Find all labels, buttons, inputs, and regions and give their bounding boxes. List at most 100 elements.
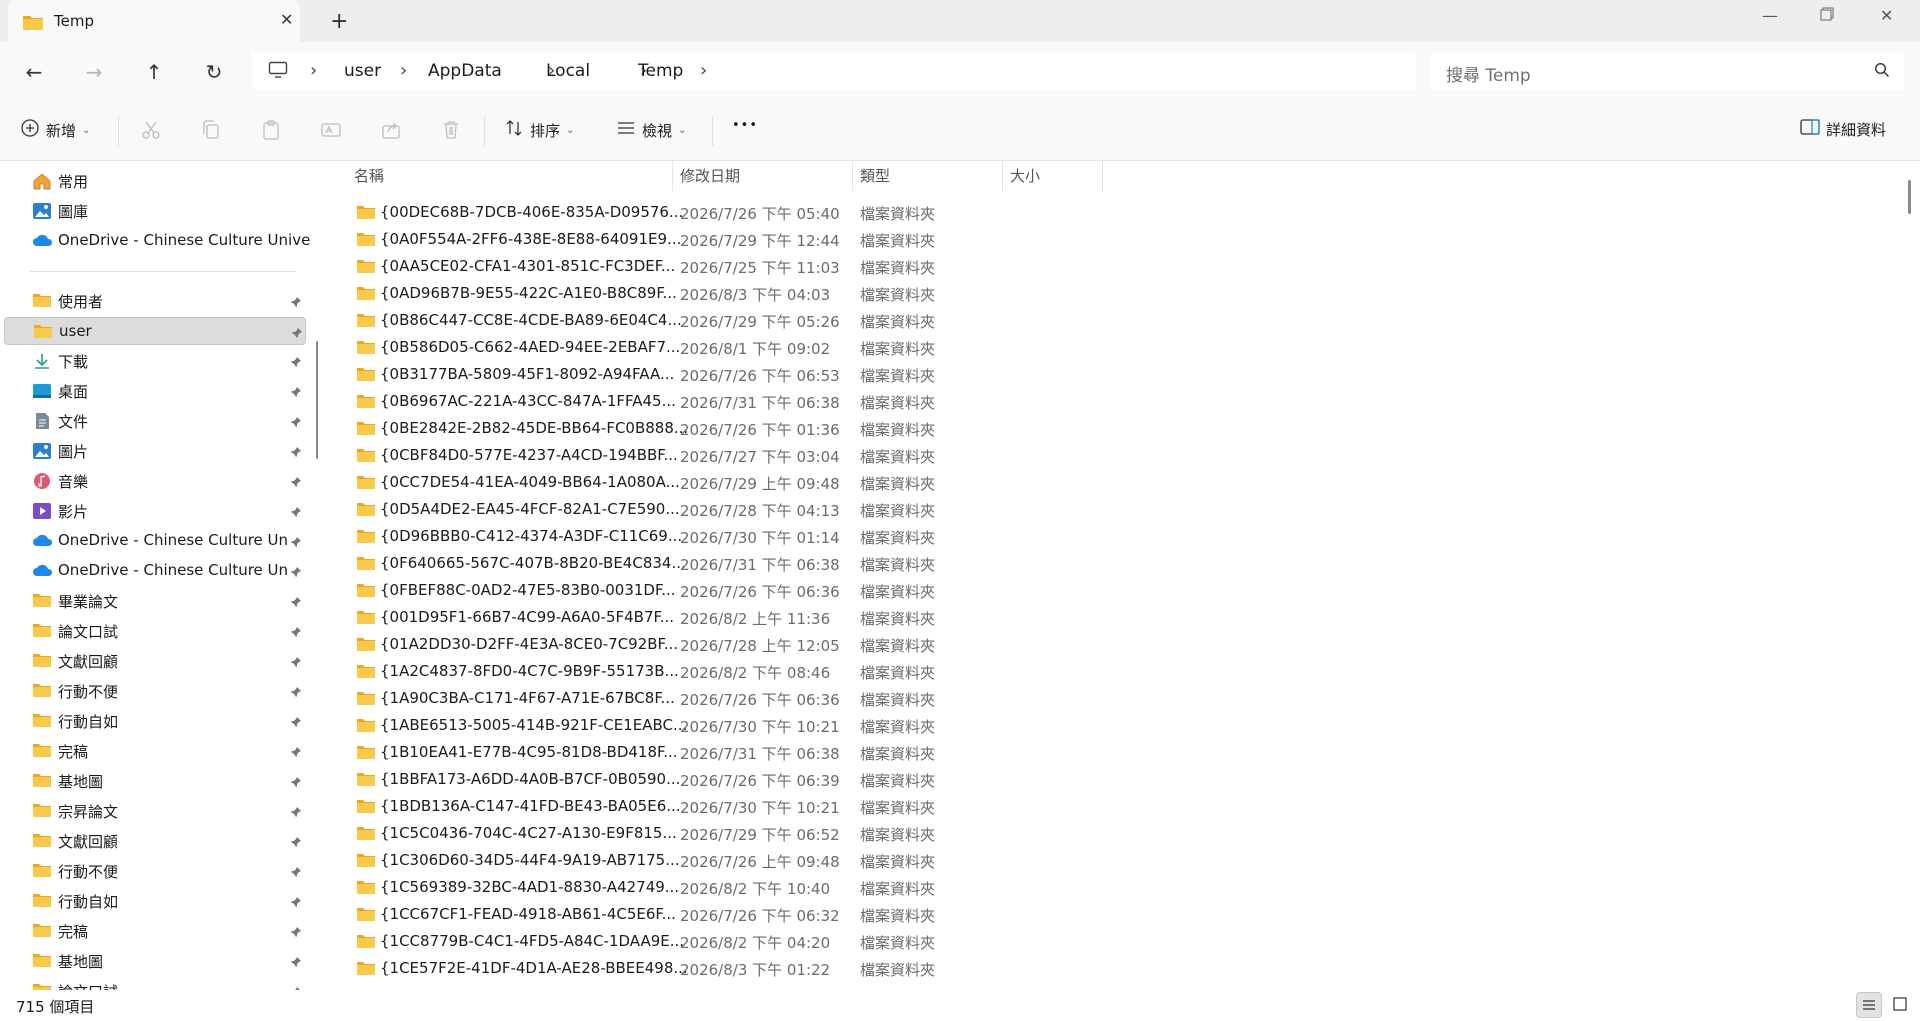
close-tab-icon[interactable]: ✕ (280, 10, 293, 29)
delete-icon[interactable] (440, 119, 462, 141)
column-header-name[interactable]: 名稱 (354, 165, 384, 186)
column-separator[interactable] (1102, 161, 1103, 191)
share-icon[interactable] (380, 119, 402, 141)
sidebar-item[interactable]: 畢業論文 (4, 587, 306, 615)
sidebar-item[interactable]: 文獻回顧 (4, 647, 306, 675)
table-row[interactable]: {00DEC68B-7DCB-406E-835A-D09576... 2026/7… (352, 199, 1452, 226)
new-tab-button[interactable]: + (330, 9, 348, 34)
column-header-type[interactable]: 類型 (860, 165, 890, 186)
table-row[interactable]: {1C306D60-34D5-44F4-9A19-AB7175... 2026/7… (352, 847, 1452, 874)
table-row[interactable]: {0CBF84D0-577E-4237-A4CD-194BBF... 2026/7… (352, 442, 1452, 469)
file-name: {1C306D60-34D5-44F4-9A19-AB7175... (380, 851, 680, 869)
table-row[interactable]: {1C569389-32BC-4AD1-8830-A42749... 2026/8… (352, 874, 1452, 901)
table-row[interactable]: {0AA5CE02-CFA1-4301-851C-FC3DEF... 2026/7… (352, 253, 1452, 280)
sidebar-item[interactable]: 論文口試 (4, 977, 306, 990)
sidebar-item[interactable]: OneDrive - Chinese Culture University (4, 527, 306, 555)
sidebar-item[interactable]: 論文口試 (4, 617, 306, 645)
sort-button[interactable]: 排序 ⌄ (504, 118, 574, 142)
sidebar-item[interactable]: OneDrive - Chinese Culture University (4, 557, 306, 585)
table-row[interactable]: {1A2C4837-8FD0-4C7C-9B9F-55173B... 2026/8… (352, 658, 1452, 685)
rename-icon[interactable] (320, 119, 342, 141)
file-date: 2026/8/2 下午 10:40 (680, 880, 831, 898)
sidebar-item[interactable]: 下載 (4, 347, 306, 375)
column-header-date[interactable]: 修改日期 (680, 165, 740, 186)
address-bar[interactable]: › user › AppData › Local › Temp › (252, 52, 1416, 90)
table-row[interactable]: {0B86C447-CC8E-4CDE-BA89-6E04C4... 2026/7… (352, 307, 1452, 334)
table-row[interactable]: {1CC8779B-C4C1-4FD5-A84C-1DAA9E... 2026/8… (352, 928, 1452, 955)
cut-icon[interactable] (140, 119, 162, 141)
sidebar-item[interactable]: 音樂 (4, 467, 306, 495)
more-options-button[interactable]: ••• (732, 118, 758, 133)
column-header-size[interactable]: 大小 (1010, 165, 1040, 186)
column-separator[interactable] (1002, 161, 1003, 191)
table-row[interactable]: {0D5A4DE2-EA45-4FCF-82A1-C7E590... 2026/7… (352, 496, 1452, 523)
sidebar-item[interactable]: 宗昇論文 (4, 797, 306, 825)
column-separator[interactable] (672, 161, 673, 191)
sidebar-item[interactable]: 完稿 (4, 917, 306, 945)
breadcrumb-temp[interactable]: Temp (638, 61, 683, 81)
back-button[interactable]: ← (20, 58, 48, 86)
sidebar-item[interactable]: 行動自如 (4, 707, 306, 735)
search-box[interactable]: 搜尋 Temp (1430, 52, 1904, 90)
table-row[interactable]: {1ABE6513-5005-414B-921F-CE1EABC... 2026/… (352, 712, 1452, 739)
table-row[interactable]: {0D96BBB0-C412-4374-A3DF-C11C69... 2026/7… (352, 523, 1452, 550)
table-row[interactable]: {0B3177BA-5809-45F1-8092-A94FAA... 2026/7… (352, 361, 1452, 388)
main-scrollbar[interactable] (1908, 180, 1911, 214)
close-window-button[interactable]: ✕ (1880, 6, 1893, 25)
table-row[interactable]: {1BBFA173-A6DD-4A0B-B7CF-0B0590... 2026/7… (352, 766, 1452, 793)
table-row[interactable]: {0BE2842E-2B82-45DE-BB64-FC0B888... 2026/… (352, 415, 1452, 442)
search-icon[interactable] (1874, 62, 1890, 82)
table-row[interactable]: {001D95F1-66B7-4C99-A6A0-5F4B7F... 2026/8… (352, 604, 1452, 631)
pin-icon (290, 863, 302, 882)
table-row[interactable]: {1CC67CF1-FEAD-4918-AB61-4C5E6F... 2026/7… (352, 901, 1452, 928)
sidebar-item[interactable]: 行動不便 (4, 857, 306, 885)
folder-icon (356, 690, 376, 710)
up-button[interactable]: ↑ (140, 58, 168, 86)
sidebar-item[interactable]: 行動不便 (4, 677, 306, 705)
details-pane-button[interactable]: 詳細資料 (1800, 118, 1886, 140)
paste-icon[interactable] (260, 119, 282, 141)
refresh-button[interactable]: ↻ (200, 58, 228, 86)
sidebar-scrollbar[interactable] (316, 341, 318, 459)
sidebar-item[interactable]: 圖片 (4, 437, 306, 465)
sidebar-item[interactable]: 完稿 (4, 737, 306, 765)
sidebar-item-onedrive[interactable]: OneDrive - Chinese Culture University (4, 227, 310, 255)
table-row[interactable]: {0FBEF88C-0AD2-47E5-83B0-0031DF... 2026/7… (352, 577, 1452, 604)
new-button[interactable]: 新增 ⌄ (20, 118, 90, 142)
table-row[interactable]: {01A2DD30-D2FF-4E3A-8CE0-7C92BF... 2026/7… (352, 631, 1452, 658)
sidebar-item[interactable]: user (4, 317, 306, 345)
table-row[interactable]: {1CE57F2E-41DF-4D1A-AE28-BBEE498... 2026/… (352, 955, 1452, 982)
details-view-button[interactable] (1856, 992, 1882, 1018)
table-row[interactable]: {0CC7DE54-41EA-4049-BB64-1A080A... 2026/7… (352, 469, 1452, 496)
tab-temp[interactable]: Temp ✕ (8, 0, 300, 42)
column-separator[interactable] (852, 161, 853, 191)
restore-button[interactable] (1820, 6, 1834, 25)
sidebar-item[interactable]: 文件 (4, 407, 306, 435)
sidebar-item[interactable]: 行動自如 (4, 887, 306, 915)
tiles-view-button[interactable] (1888, 992, 1914, 1018)
sidebar-item[interactable]: 基地圖 (4, 767, 306, 795)
table-row[interactable]: {1A90C3BA-C171-4F67-A71E-67BC8F... 2026/7… (352, 685, 1452, 712)
sidebar-item-gallery[interactable]: 圖庫 (4, 197, 306, 225)
table-row[interactable]: {1C5C0436-704C-4C27-A130-E9F815... 2026/7… (352, 820, 1452, 847)
table-row[interactable]: {1BDB136A-C147-41FD-BE43-BA05E6... 2026/7… (352, 793, 1452, 820)
breadcrumb-local[interactable]: Local (546, 61, 590, 81)
table-row[interactable]: {0B6967AC-221A-43CC-847A-1FFA45... 2026/7… (352, 388, 1452, 415)
breadcrumb-appdata[interactable]: AppData (428, 61, 502, 81)
copy-icon[interactable] (200, 119, 222, 141)
sidebar-item[interactable]: 文獻回顧 (4, 827, 306, 855)
table-row[interactable]: {0AD96B7B-9E55-422C-A1E0-B8C89F... 2026/8… (352, 280, 1452, 307)
breadcrumb-user[interactable]: user (344, 61, 381, 81)
sidebar-item[interactable]: 桌面 (4, 377, 306, 405)
minimize-button[interactable]: — (1762, 6, 1778, 25)
sidebar-item[interactable]: 使用者 (4, 287, 306, 315)
sidebar-item[interactable]: 影片 (4, 497, 306, 525)
sidebar-item-home[interactable]: 常用 (4, 167, 306, 195)
table-row[interactable]: {0B586D05-C662-4AED-94EE-2EBAF7... 2026/8… (352, 334, 1452, 361)
table-row[interactable]: {1B10EA41-E77B-4C95-81D8-BD418F... 2026/7… (352, 739, 1452, 766)
sidebar-item[interactable]: 基地圖 (4, 947, 306, 975)
table-row[interactable]: {0A0F554A-2FF6-438E-8E88-64091E9... 2026/… (352, 226, 1452, 253)
forward-button[interactable]: → (80, 58, 108, 86)
view-button[interactable]: 檢視 ⌄ (616, 118, 686, 142)
table-row[interactable]: {0F640665-567C-407B-8B20-BE4C834... 2026/… (352, 550, 1452, 577)
